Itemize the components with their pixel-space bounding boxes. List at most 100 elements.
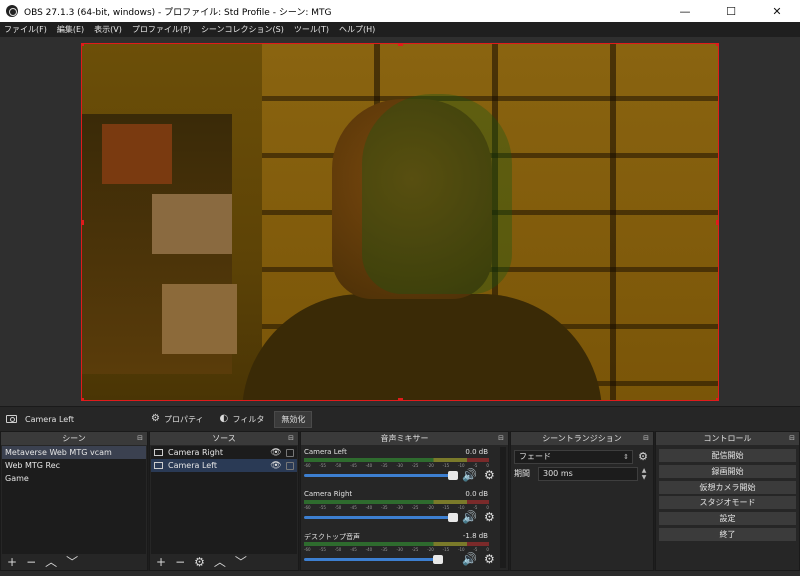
gear-icon[interactable]: ⚙ [484,510,495,524]
resize-handle-bc[interactable] [398,398,403,400]
scene-item[interactable]: Game [2,472,146,485]
properties-label: プロパティ [164,414,204,424]
volume-slider[interactable] [304,555,443,564]
chevron-updown-icon: ⇕ [623,452,629,461]
resize-handle-mr[interactable] [716,220,718,225]
lock-icon[interactable] [286,461,294,470]
camera-icon [6,415,17,423]
speaker-icon[interactable]: 🔊 [462,510,477,524]
slider-knob[interactable] [448,513,458,522]
mixer-channel: デスクトップ音声 -1.8 dB -60 -55 -50 -45 -40 -35 -30 -2… [304,532,495,576]
menu-bar: ファイル(F) 編集(E) 表示(V) プロファイル(P) シーンコレクション(… [0,22,800,37]
duration-label: 期間 [514,469,530,478]
minimize-button[interactable]: — [662,0,708,22]
source-label: Camera Left [168,461,217,470]
scenes-dock: シーン ⊟ Metaverse Web MTG vcam Web MTG Rec… [0,431,148,571]
mixer-header: 音声ミキサー ⊟ [301,432,508,445]
transition-select[interactable]: フェード ⇕ [514,449,633,464]
disable-button[interactable]: 無効化 [274,410,313,428]
window-title: OBS 27.1.3 (64-bit, windows) - プロファイル: S… [24,7,332,18]
start-recording-button[interactable]: 録画開始 [659,465,796,478]
start-virtual-camera-button[interactable]: 仮想カメラ開始 [659,481,796,494]
volume-meter [304,500,489,504]
controls-header: コントロール ⊟ [656,432,799,445]
eye-icon[interactable]: 👁 [270,461,282,471]
duration-input[interactable]: 300 ms [538,466,638,481]
resize-handle-br[interactable] [716,398,718,400]
mixer-channel: Camera Right 0.0 dB -60 -55 -50 -45 -40 -35 -3… [304,490,495,534]
remove-scene-button[interactable]: − [26,556,36,568]
duration-spinner[interactable]: ▲ ▼ [638,467,650,481]
channel-db: 0.0 dB [465,448,488,456]
speaker-icon[interactable]: 🔊 [462,552,477,566]
obs-logo-icon [6,5,18,17]
menu-help[interactable]: ヘルプ(H) [339,24,375,35]
lock-icon[interactable] [286,448,294,457]
source-settings-button[interactable]: ⚙ [194,556,205,568]
move-up-button[interactable]: ︿ [45,556,57,568]
menu-profile[interactable]: プロファイル(P) [132,24,191,35]
menu-tools[interactable]: ツール(T) [294,24,329,35]
controls-dock: コントロール ⊟ 配信開始 録画開始 仮想カメラ開始 スタジオモード 設定 終了 [655,431,800,571]
speaker-icon[interactable]: 🔊 [462,468,477,482]
docks-area: シーン ⊟ Metaverse Web MTG vcam Web MTG Rec… [0,431,800,571]
sources-header: ソース ⊟ [150,432,298,445]
source-context-bar: Camera Left ⚙ プロパティ ◐ フィルタ 無効化 [0,406,800,431]
mixer-scrollbar[interactable] [500,447,506,568]
channel-db: -1.8 dB [462,532,488,540]
gear-icon[interactable]: ⚙ [484,468,495,482]
menu-view[interactable]: 表示(V) [94,24,122,35]
eye-icon[interactable]: 👁 [270,448,282,458]
menu-edit[interactable]: 編集(E) [57,24,84,35]
float-dock-icon[interactable]: ⊟ [789,432,795,445]
channel-db: 0.0 dB [465,490,488,498]
transitions-dock: シーントランジション ⊟ フェード ⇕ ⚙ 期間 300 ms ▲ ▼ [510,431,654,571]
resize-handle-ml[interactable] [82,220,84,225]
resize-handle-tl[interactable] [82,44,84,46]
close-button[interactable]: ✕ [754,0,800,22]
volume-meter [304,458,489,462]
transitions-header: シーントランジション ⊟ [511,432,653,445]
resize-handle-bl[interactable] [82,398,84,400]
scenes-list: Metaverse Web MTG vcam Web MTG Rec Game [2,446,146,554]
start-streaming-button[interactable]: 配信開始 [659,449,796,462]
properties-button[interactable]: ⚙ プロパティ [145,411,210,428]
source-item[interactable]: Camera Left 👁 [151,459,297,472]
scene-item[interactable]: Metaverse Web MTG vcam [2,446,146,459]
gear-icon: ⚙ [151,413,160,424]
move-up-button[interactable]: ︿ [214,556,226,568]
resize-handle-tc[interactable] [398,44,403,46]
preview-canvas[interactable] [81,43,719,401]
exit-button[interactable]: 終了 [659,528,796,541]
add-source-button[interactable]: + [156,556,166,568]
camera-source-icon [154,462,163,469]
float-dock-icon[interactable]: ⊟ [137,432,143,445]
slider-knob[interactable] [433,555,443,564]
scene-item[interactable]: Web MTG Rec [2,459,146,472]
menu-scene-collection[interactable]: シーンコレクション(S) [201,24,284,35]
title-bar: OBS 27.1.3 (64-bit, windows) - プロファイル: S… [0,0,800,22]
volume-slider[interactable] [304,471,458,480]
resize-handle-tr[interactable] [716,44,718,46]
camera-source-icon [154,449,163,456]
move-down-button[interactable]: ﹀ [235,556,247,568]
menu-file[interactable]: ファイル(F) [4,24,47,35]
gear-icon[interactable]: ⚙ [636,450,650,463]
sources-dock: ソース ⊟ Camera Right 👁 Camera Left 👁 + − ⚙… [149,431,299,571]
volume-slider[interactable] [304,513,458,522]
remove-source-button[interactable]: − [175,556,185,568]
volume-meter [304,542,489,546]
sources-toolbar: + − ⚙ ︿ ﹀ [150,554,298,570]
float-dock-icon[interactable]: ⊟ [498,432,504,445]
source-item[interactable]: Camera Right 👁 [151,446,297,459]
settings-button[interactable]: 設定 [659,512,796,525]
move-down-button[interactable]: ﹀ [66,556,78,568]
maximize-button[interactable]: ☐ [708,0,754,22]
float-dock-icon[interactable]: ⊟ [643,432,649,445]
add-scene-button[interactable]: + [7,556,17,568]
filters-button[interactable]: ◐ フィルタ [214,411,271,428]
studio-mode-button[interactable]: スタジオモード [659,496,796,509]
gear-icon[interactable]: ⚙ [484,552,495,566]
float-dock-icon[interactable]: ⊟ [288,432,294,445]
slider-knob[interactable] [448,471,458,480]
